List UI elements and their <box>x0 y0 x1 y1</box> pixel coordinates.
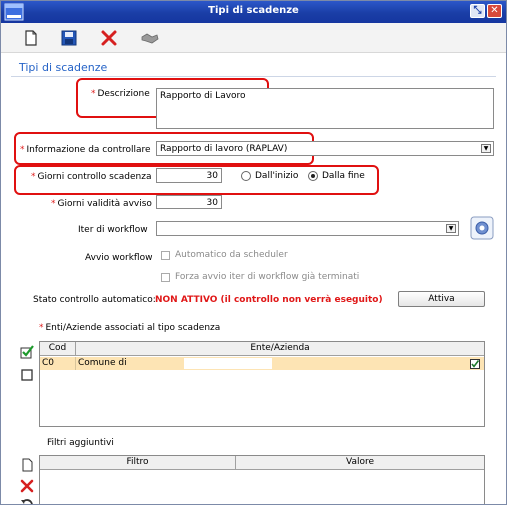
enti-title: * Enti/Aziende associati al tipo scadenza <box>39 323 221 333</box>
column-header-filtro[interactable]: Filtro <box>40 456 236 470</box>
column-header-valore[interactable]: Valore <box>236 456 484 470</box>
new-filter-icon[interactable] <box>20 458 34 472</box>
forza-avvio-checkbox[interactable]: Forza avvio iter di workflow già termina… <box>161 272 359 282</box>
table-row[interactable]: C0 Comune di <box>40 357 484 370</box>
enti-table: Cod Ente/Azienda C0 Comune di <box>39 341 485 427</box>
undo-icon[interactable] <box>20 498 34 505</box>
avvio-workflow-label: Avvio workflow <box>85 253 153 263</box>
window: Tipi di scadenze ⤡ ✕ Tipi di scadenze * D… <box>0 0 507 505</box>
title-bar: Tipi di scadenze ⤡ ✕ <box>1 1 506 23</box>
checkbox-box[interactable] <box>161 250 170 260</box>
uncheck-all-icon[interactable] <box>20 368 34 382</box>
column-header-cod[interactable]: Cod <box>40 342 76 356</box>
descrizione-label: * Descrizione <box>91 89 150 99</box>
radio-dalla-fine[interactable]: Dalla fine <box>308 171 365 181</box>
attiva-button[interactable]: Attiva <box>398 291 485 307</box>
cell-cod: C0 <box>40 357 76 370</box>
giorni-validita-label: * Giorni validità avviso <box>51 199 152 209</box>
delete-filter-icon[interactable] <box>20 479 34 493</box>
filtri-table: Filtro Valore <box>39 455 485 504</box>
minimize-icon[interactable]: ⤡ <box>470 4 485 18</box>
radio-dall-inizio[interactable]: Dall'inizio <box>241 171 298 181</box>
column-header-ente[interactable]: Ente/Azienda <box>76 342 484 356</box>
giorni-controllo-field[interactable]: 30 <box>156 168 222 183</box>
stato-controllo-value: NON ATTIVO (il controllo non verrà esegu… <box>155 295 383 305</box>
radio-dalla-fine-dot[interactable] <box>308 171 318 181</box>
chevron-down-icon[interactable]: ▼ <box>481 144 491 153</box>
toolbar <box>1 23 506 53</box>
automatico-scheduler-checkbox[interactable]: Automatico da scheduler <box>161 250 288 260</box>
row-checkbox-icon[interactable] <box>470 359 480 369</box>
window-title: Tipi di scadenze <box>208 5 299 16</box>
check-all-icon[interactable] <box>20 345 34 359</box>
section-title: Tipi di scadenze <box>19 61 108 74</box>
informazione-value: Rapporto di lavoro (RAPLAV) <box>160 144 288 154</box>
close-icon[interactable]: ✕ <box>487 4 502 18</box>
new-document-icon[interactable] <box>21 29 41 47</box>
radio-dall-inizio-dot[interactable] <box>241 171 251 181</box>
informazione-select[interactable]: Rapporto di lavoro (RAPLAV) ▼ <box>156 141 494 156</box>
iter-workflow-select[interactable]: ▼ <box>156 221 459 236</box>
workflow-settings-icon[interactable] <box>470 216 494 240</box>
save-icon[interactable] <box>59 29 79 47</box>
delete-icon[interactable] <box>99 29 119 47</box>
filtri-title: Filtri aggiuntivi <box>47 438 114 448</box>
handshake-icon[interactable] <box>140 29 160 47</box>
chevron-down-icon[interactable]: ▼ <box>446 224 456 233</box>
cell-ente-blank <box>184 358 272 369</box>
iter-workflow-label: Iter di workflow <box>78 225 148 235</box>
stato-controllo-label: Stato controllo automatico: <box>33 295 156 305</box>
cell-ente: Comune di <box>78 358 127 368</box>
giorni-validita-field[interactable]: 30 <box>156 195 222 209</box>
informazione-label: * Informazione da controllare <box>20 145 151 155</box>
giorni-controllo-label: * Giorni controllo scadenza <box>31 172 152 182</box>
checkbox-box[interactable] <box>161 272 170 282</box>
descrizione-field[interactable]: Rapporto di Lavoro <box>156 88 494 129</box>
filtri-table-header: Filtro Valore <box>40 456 484 470</box>
section-divider <box>11 76 496 77</box>
enti-table-header: Cod Ente/Azienda <box>40 342 484 356</box>
